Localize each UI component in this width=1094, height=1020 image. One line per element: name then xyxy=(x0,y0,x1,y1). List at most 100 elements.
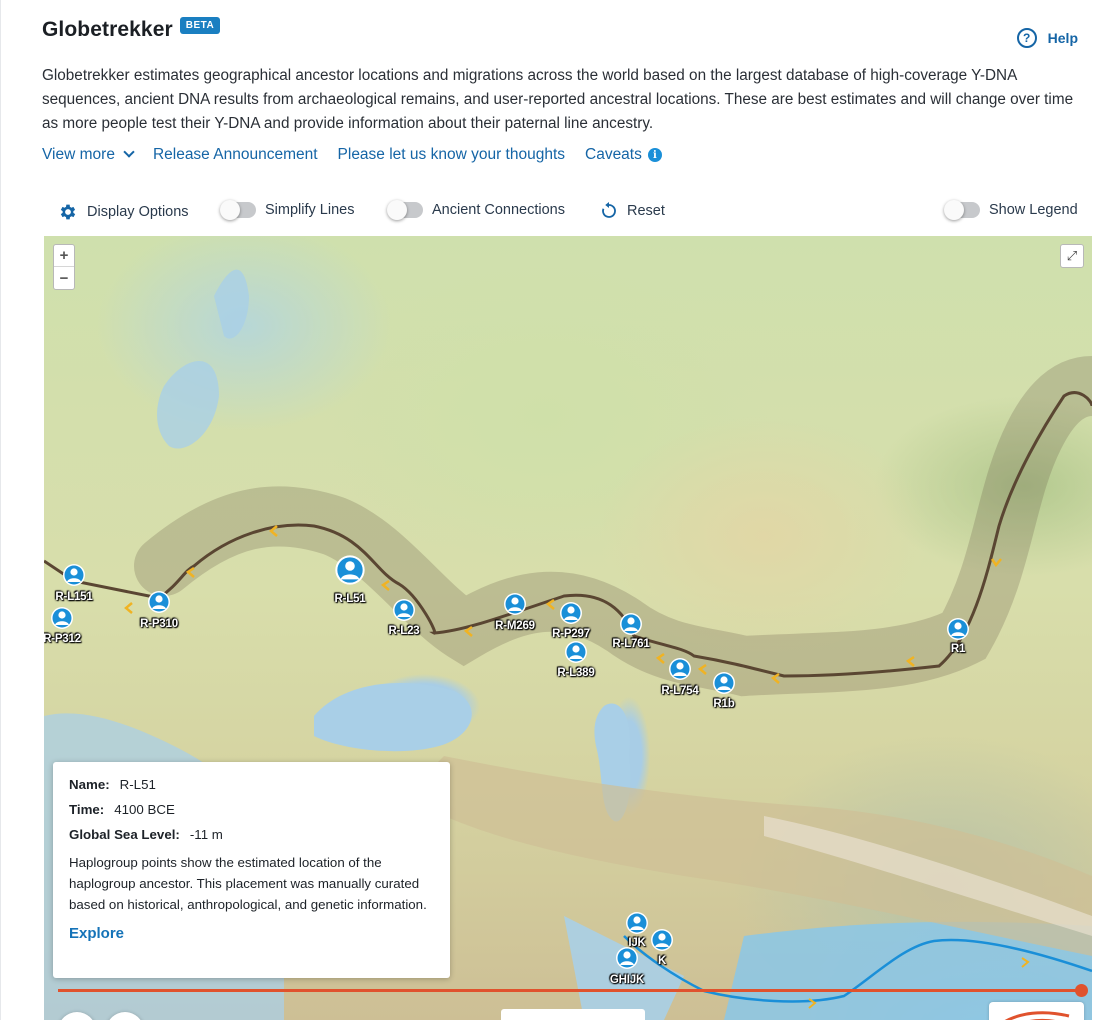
display-options-button[interactable]: Display Options xyxy=(58,202,189,222)
zoom-control: + − xyxy=(53,244,75,290)
popup-time-row: Time: 4100 BCE xyxy=(69,802,434,817)
release-announcement-link[interactable]: Release Announcement xyxy=(153,146,318,164)
relief xyxy=(404,756,1092,956)
haplogroup-popup: Name: R-L51 Time: 4100 BCE Global Sea Le… xyxy=(53,762,450,978)
marker-label: R-L51 xyxy=(334,593,366,605)
gear-icon xyxy=(60,204,76,220)
marker-label: R-L151 xyxy=(55,591,93,603)
reset-icon xyxy=(602,202,616,218)
haplogroup-marker[interactable] xyxy=(392,598,416,622)
person-icon xyxy=(626,912,648,934)
zoom-out-button[interactable]: − xyxy=(54,267,74,289)
person-icon xyxy=(335,555,365,585)
popup-name-row: Name: R-L51 xyxy=(69,777,434,792)
person-icon xyxy=(565,641,587,663)
person-icon xyxy=(393,599,415,621)
haplogroup-marker[interactable] xyxy=(668,657,692,681)
beta-badge: BETA xyxy=(179,16,221,34)
view-more-link[interactable]: View more xyxy=(42,146,135,164)
chevron-down-icon xyxy=(123,146,135,158)
timeline-handle[interactable] xyxy=(1075,984,1088,997)
person-icon xyxy=(947,618,969,640)
popup-sea-label: Global Sea Level: xyxy=(69,827,180,842)
view-more-label: View more xyxy=(42,146,115,163)
marker-label: R-P312 xyxy=(44,633,81,645)
black-sea xyxy=(314,683,472,752)
info-icon: i xyxy=(647,148,662,162)
haplogroup-marker[interactable] xyxy=(564,640,588,664)
caveats-label: Caveats xyxy=(585,146,642,163)
haplogroup-marker[interactable] xyxy=(147,590,171,614)
description: Globetrekker estimates geographical ance… xyxy=(42,67,1074,132)
popup-sea-row: Global Sea Level: -11 m xyxy=(69,827,434,842)
popup-sea-value: -11 m xyxy=(189,827,223,842)
timeline-slider[interactable] xyxy=(58,984,1088,997)
explore-link[interactable]: Explore xyxy=(69,925,434,942)
simplify-lines-label: Simplify Lines xyxy=(265,202,355,218)
haplogroup-marker[interactable] xyxy=(946,617,970,641)
person-icon xyxy=(669,658,691,680)
help-button[interactable]: ? Help xyxy=(1016,28,1078,48)
page-title: Globetrekker xyxy=(42,18,173,41)
person-icon xyxy=(620,613,642,635)
marker-label: R1b xyxy=(713,698,735,710)
marker-label: R-M269 xyxy=(495,620,535,632)
haplogroup-marker[interactable] xyxy=(619,612,643,636)
brand-logo xyxy=(989,1002,1084,1020)
haplogroup-marker[interactable] xyxy=(650,928,674,952)
globetrekker-page: Globetrekker BETA ? Help Globetrekker es… xyxy=(0,0,1094,1020)
popup-name-label: Name: xyxy=(69,777,110,792)
haplogroup-marker[interactable] xyxy=(559,601,583,625)
ancient-connections-toggle[interactable]: Ancient Connections xyxy=(387,200,565,220)
person-icon xyxy=(51,607,73,629)
haplogroup-marker[interactable] xyxy=(334,554,366,586)
reset-label: Reset xyxy=(627,203,665,219)
marker-label: R-L23 xyxy=(388,625,420,637)
toggle-switch[interactable] xyxy=(220,200,256,220)
haplogroup-marker[interactable] xyxy=(503,592,527,616)
person-icon xyxy=(713,672,735,694)
haplogroup-marker[interactable] xyxy=(50,606,74,630)
toggle-switch[interactable] xyxy=(944,200,980,220)
haplogroup-marker[interactable] xyxy=(625,911,649,935)
person-icon xyxy=(148,591,170,613)
show-legend-toggle[interactable]: Show Legend xyxy=(944,200,1078,220)
haplogroup-marker[interactable] xyxy=(62,563,86,587)
marker-label: R-L761 xyxy=(612,638,650,650)
zoom-in-button[interactable]: + xyxy=(54,245,74,267)
help-icon: ? xyxy=(1016,28,1037,48)
haplogroup-marker[interactable] xyxy=(712,671,736,695)
marker-label: GHIJK xyxy=(609,974,645,986)
link-row: View more Release Announcement Please le… xyxy=(42,146,682,164)
haplogroup-marker[interactable] xyxy=(615,946,639,970)
map-toolbar: Display Options Simplify Lines Ancient C… xyxy=(42,200,1087,224)
person-icon xyxy=(616,947,638,969)
migration-map[interactable]: + − ⤢ R-L151 R-P312 R-P310 R-L51 R-L23 R-M269… xyxy=(44,236,1092,1020)
popup-name-value: R-L51 xyxy=(119,777,156,792)
marker-label: R1 xyxy=(950,643,966,655)
fullscreen-icon[interactable]: ⤢ xyxy=(1060,244,1084,268)
caveats-link[interactable]: Caveats i xyxy=(585,146,662,164)
toggle-switch[interactable] xyxy=(387,200,423,220)
ancient-connections-label: Ancient Connections xyxy=(432,202,565,218)
marker-label: R-P310 xyxy=(140,618,178,630)
person-icon xyxy=(504,593,526,615)
popup-description: Haplogroup points show the estimated loc… xyxy=(69,855,427,912)
person-icon xyxy=(63,564,85,586)
logo-icon xyxy=(1004,1011,1070,1020)
display-options-label: Display Options xyxy=(87,204,189,220)
baltic-sea xyxy=(157,269,249,449)
feedback-link[interactable]: Please let us know your thoughts xyxy=(338,146,565,164)
marker-label: R-L389 xyxy=(557,667,595,679)
popup-time-label: Time: xyxy=(69,802,105,817)
simplify-lines-toggle[interactable]: Simplify Lines xyxy=(220,200,355,220)
popup-time-value: 4100 BCE xyxy=(114,802,175,817)
reset-button[interactable]: Reset xyxy=(600,202,665,220)
marker-label: R-L754 xyxy=(661,685,699,697)
help-label: Help xyxy=(1047,30,1078,46)
time-display xyxy=(501,1009,645,1020)
marker-label: K xyxy=(657,955,667,967)
show-legend-label: Show Legend xyxy=(989,202,1078,218)
person-icon xyxy=(560,602,582,624)
header: Globetrekker BETA xyxy=(42,16,221,42)
